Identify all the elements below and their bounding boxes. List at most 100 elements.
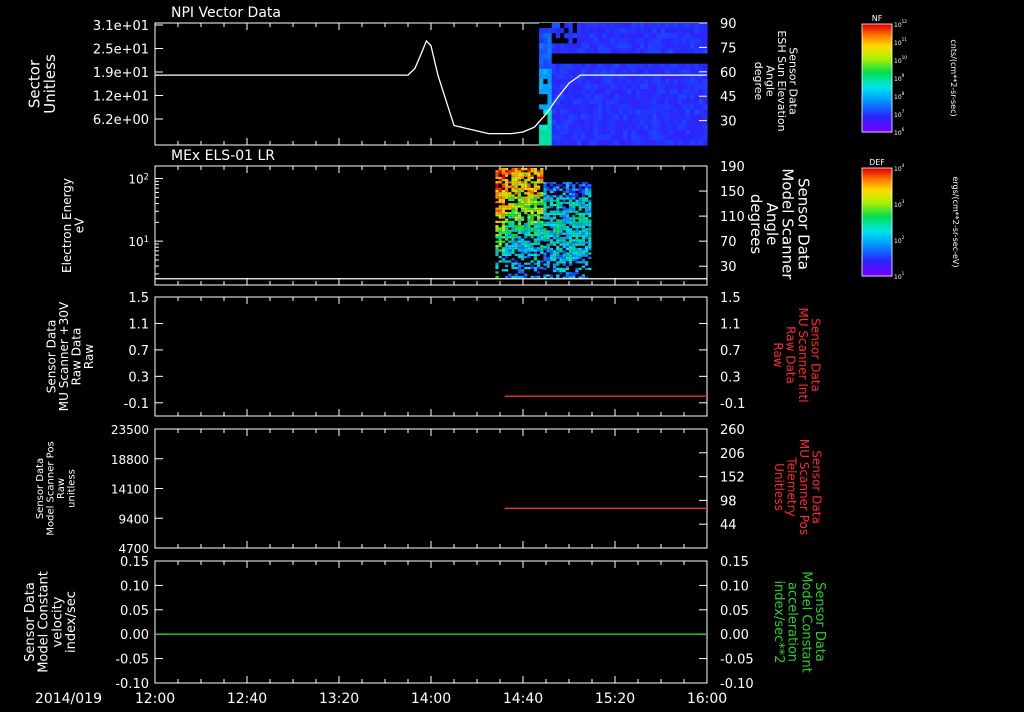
heatmap-cell [495, 262, 499, 265]
heatmap-cell [576, 99, 582, 105]
time-tick-label: 12:00 [135, 691, 175, 707]
heatmap-cell [652, 104, 658, 111]
heatmap-cell [690, 84, 696, 90]
heatmap-cell [610, 68, 616, 75]
heatmap-cell [606, 28, 612, 34]
heatmap-cell [673, 94, 679, 100]
heatmap-cell [602, 119, 607, 126]
heatmap-cell [610, 94, 616, 100]
heatmap-cell [627, 33, 633, 39]
heatmap-cell [559, 223, 563, 226]
heatmap-cell [656, 99, 662, 105]
y-right-tick-label: 1.1 [720, 317, 741, 332]
heatmap-cell [568, 139, 574, 146]
heatmap-cell [681, 104, 687, 111]
heatmap-cell [527, 183, 531, 186]
heatmap-cell [498, 170, 502, 173]
heatmap-cell [498, 260, 502, 263]
heatmap-cell [698, 63, 704, 70]
heatmap-cell [501, 172, 505, 175]
heatmap-cell [597, 84, 603, 90]
heatmap-cell [556, 245, 560, 248]
heatmap-cell [495, 247, 499, 250]
heatmap-cell [514, 247, 518, 250]
heatmap-cell [648, 84, 654, 90]
heatmap-cell [565, 217, 569, 220]
heatmap-cell [610, 109, 616, 116]
heatmap-cell [547, 63, 553, 70]
heatmap-cell [623, 134, 628, 141]
heatmap-cell [572, 241, 576, 244]
heatmap-cell [581, 68, 586, 75]
heatmap-cell [562, 259, 566, 262]
heatmap-cell [537, 238, 541, 241]
heatmap-cell [575, 259, 579, 262]
heatmap-cell [543, 210, 547, 213]
heatmap-cell [511, 249, 515, 252]
y-right-tick-label: -0.1 [720, 397, 745, 412]
heatmap-cell [690, 63, 696, 70]
heatmap-cell [556, 201, 560, 204]
heatmap-cell [537, 201, 541, 204]
heatmap-cell [656, 23, 662, 29]
heatmap-cell [540, 174, 544, 177]
heatmap-cell [581, 48, 586, 55]
heatmap-cell [677, 94, 683, 100]
heatmap-cell [686, 33, 691, 39]
heatmap-cell [665, 89, 670, 95]
heatmap-cell [673, 109, 679, 116]
heatmap-cell [606, 68, 612, 75]
heatmap-cell [581, 230, 585, 233]
heatmap-cell [669, 104, 675, 111]
heatmap-cell [623, 89, 628, 95]
heatmap-cell [559, 259, 563, 262]
heatmap-cell [508, 245, 512, 248]
heatmap-cell [585, 186, 589, 189]
heatmap-cell [644, 84, 649, 90]
heatmap-cell [527, 218, 531, 221]
heatmap-cell [555, 63, 561, 70]
heatmap-cell [690, 134, 696, 141]
heatmap-cell [539, 104, 544, 111]
colorbar-unit-label: ergs/(cm**2-sr-sec-eV) [951, 176, 960, 267]
heatmap-cell [585, 228, 589, 231]
heatmap-cell [517, 174, 521, 177]
y-right-tick-label: 0.15 [720, 555, 749, 570]
heatmap-cell [537, 220, 541, 223]
heatmap-cell [562, 219, 566, 222]
heatmap-cell [540, 231, 544, 234]
heatmap-cell [562, 223, 566, 226]
heatmap-cell [537, 181, 541, 184]
colorbar-tick-label: 109 [894, 73, 905, 83]
heatmap-cell [524, 174, 528, 177]
heatmap-cell [556, 267, 560, 270]
heatmap-cell [501, 214, 505, 217]
heatmap-cell [533, 262, 537, 265]
heatmap-cell [551, 129, 557, 136]
heatmap-cell [495, 185, 499, 188]
heatmap-cell [652, 78, 658, 85]
heatmap-cell [505, 179, 509, 182]
heatmap-cell [495, 192, 499, 195]
heatmap-cell [517, 262, 521, 265]
heatmap-cell [631, 53, 637, 60]
heatmap-cell [572, 274, 576, 277]
heatmap-cell [495, 251, 499, 254]
heatmap-cell [660, 23, 666, 29]
time-tick-label: 14:00 [411, 691, 451, 707]
heatmap-cell [527, 245, 531, 248]
els-heatmap [495, 168, 592, 279]
heatmap-cell [569, 182, 573, 185]
heatmap-cell [648, 89, 654, 95]
heatmap-cell [495, 209, 499, 212]
heatmap-cell [517, 271, 521, 274]
heatmap-cell [585, 23, 591, 29]
heatmap-cell [575, 230, 579, 233]
heatmap-cell [533, 234, 537, 237]
heatmap-cell [511, 190, 515, 193]
heatmap-cell [614, 68, 620, 75]
heatmap-cell [524, 249, 528, 252]
heatmap-cell [540, 220, 544, 223]
y-tick-label: 2.5e+01 [93, 43, 149, 58]
heatmap-cell [585, 184, 589, 187]
